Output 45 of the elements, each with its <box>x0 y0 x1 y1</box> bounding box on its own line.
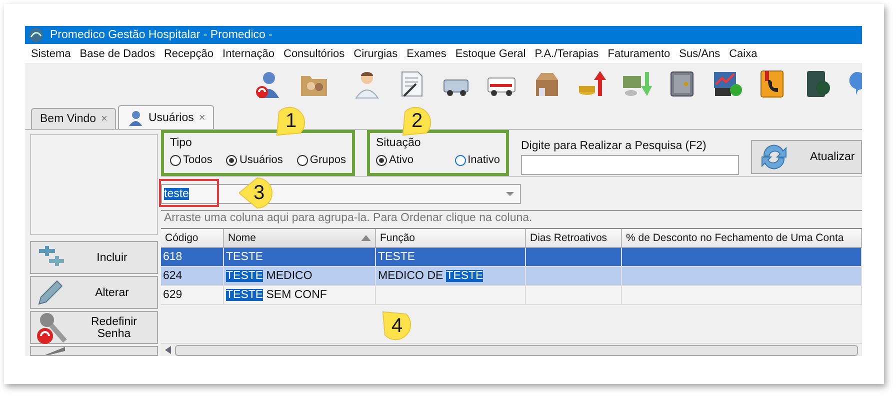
group-title: Tipo <box>170 137 193 149</box>
menu-item[interactable]: Base de Dados <box>80 48 155 60</box>
close-icon[interactable]: × <box>198 112 206 124</box>
table-cell: 618 <box>163 251 182 263</box>
table-cell: 624 <box>163 270 182 282</box>
table-cell: 629 <box>163 289 182 301</box>
table-row[interactable]: 618 TESTE TESTE <box>161 248 862 267</box>
table-cell: TESTE <box>226 251 264 263</box>
menu-item[interactable]: Consultórios <box>284 48 345 60</box>
close-icon[interactable]: × <box>101 113 108 125</box>
radio-option[interactable]: Inativo <box>454 154 500 166</box>
side-button[interactable]: Alterar <box>30 276 158 309</box>
radio-option[interactable]: Usuários <box>226 154 283 166</box>
column-header[interactable]: Função <box>376 229 526 247</box>
menu-item[interactable]: P.A./Terapias <box>534 48 599 60</box>
window-title: Promedico Gestão Hospitalar - Promedico - <box>50 29 272 41</box>
side-button[interactable]: Redefinir Senha <box>30 311 158 344</box>
tab-label[interactable]: Usuários <box>148 112 194 124</box>
radio-option[interactable]: Ativo <box>376 154 414 166</box>
menu-item[interactable]: Estoque Geral <box>455 48 526 60</box>
radio-option[interactable]: Grupos <box>296 154 346 166</box>
tab[interactable]: Bem Vindo × <box>31 108 116 129</box>
table-cell: TESTE <box>378 251 416 263</box>
menu-item[interactable]: Sistema <box>31 48 71 60</box>
column-header[interactable]: % de Desconto no Fechamento de Uma Conta <box>622 229 862 247</box>
column-header[interactable]: Nome <box>224 229 376 247</box>
menu-item[interactable]: Sus/Ans <box>679 48 720 60</box>
table-row[interactable]: 624 TESTE MEDICO MEDICO DE TESTE <box>161 267 862 286</box>
menu-item[interactable]: Recepção <box>164 48 214 60</box>
table-cell: TESTE SEM CONF <box>226 289 327 301</box>
tab[interactable]: Usuários × <box>118 105 214 129</box>
column-header[interactable]: Dias Retroativos <box>526 229 622 247</box>
table-cell: TESTE MEDICO <box>226 270 312 282</box>
table-cell: MEDICO DE TESTE <box>378 270 484 282</box>
menu-item[interactable]: Exames <box>406 48 446 60</box>
search-label: Digite para Realizar a Pesquisa (F2) <box>521 140 708 152</box>
tab-label[interactable]: Bem Vindo <box>40 113 96 125</box>
menu-item[interactable]: Cirurgias <box>354 48 398 60</box>
refresh-button[interactable]: Atualizar <box>751 140 862 174</box>
menu-item[interactable]: Faturamento <box>608 48 670 60</box>
radio-option[interactable]: Todos <box>170 154 212 166</box>
side-button[interactable]: Incluir <box>30 241 158 274</box>
menu-item[interactable]: Internação <box>222 48 274 60</box>
menu-item[interactable]: Caixa <box>729 48 758 60</box>
table-row[interactable]: 629 TESTE SEM CONF <box>161 286 862 305</box>
